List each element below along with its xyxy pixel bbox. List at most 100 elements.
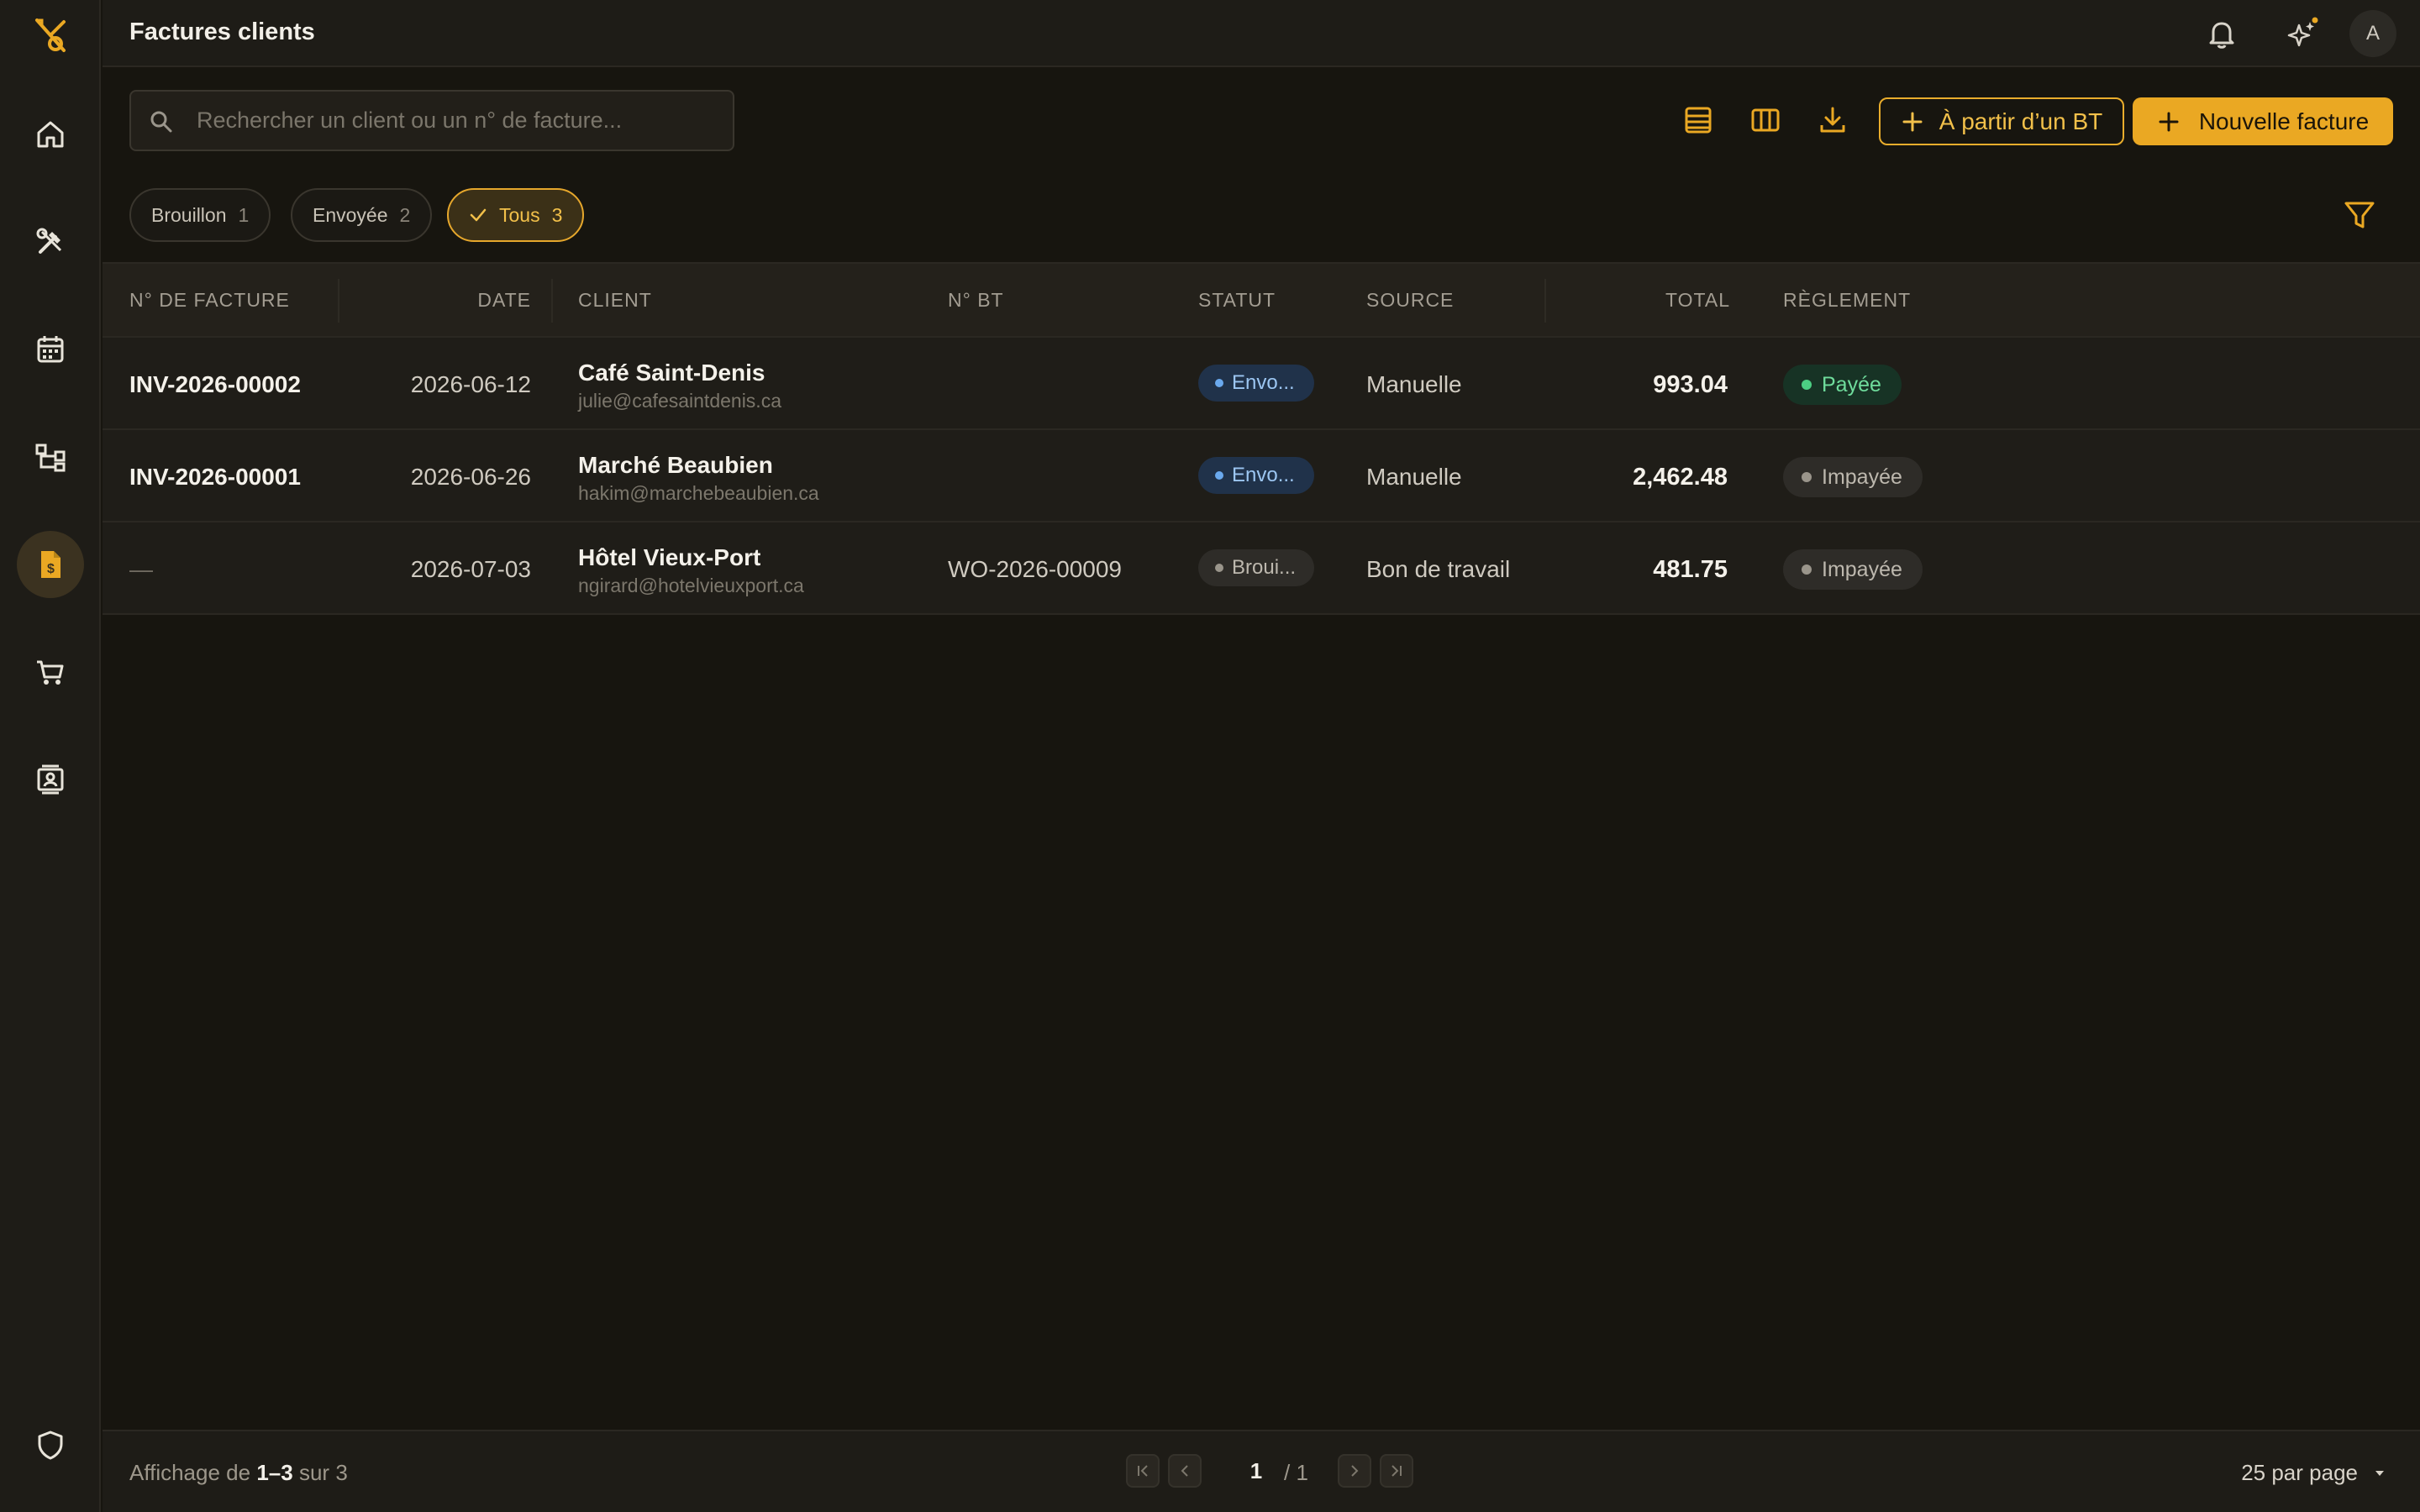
payment-badge: Impayée	[1783, 457, 1923, 497]
first-page-icon	[1138, 1465, 1148, 1477]
cart-icon	[37, 660, 64, 685]
col-status[interactable]: Statut	[1198, 289, 1276, 312]
status-badge: Envo...	[1198, 365, 1314, 402]
invoice-number: —	[129, 556, 153, 582]
prev-page-button[interactable]	[1168, 1454, 1202, 1488]
col-client[interactable]: Client	[578, 289, 652, 312]
svg-text:$: $	[47, 562, 55, 576]
first-page-button[interactable]	[1126, 1454, 1160, 1488]
top-header: Factures clients A	[103, 0, 2420, 67]
col-payment[interactable]: Règlement	[1783, 289, 1911, 312]
columns-icon[interactable]	[1746, 101, 1785, 139]
payment-label: Impayée	[1822, 465, 1902, 489]
bell-icon[interactable]	[2205, 17, 2238, 50]
tools-icon	[36, 228, 62, 254]
filter-icon[interactable]	[2343, 198, 2376, 232]
invoice-source: Manuelle	[1366, 371, 1462, 397]
sidebar-item-hierarchy[interactable]	[17, 423, 84, 491]
sidebar-item-admin[interactable]	[17, 1411, 84, 1478]
last-page-button[interactable]	[1380, 1454, 1413, 1488]
col-date[interactable]: Date	[476, 289, 531, 312]
invoice-source: Bon de travail	[1366, 556, 1511, 582]
tools-logo-icon[interactable]	[30, 15, 71, 55]
contacts-icon	[37, 764, 64, 795]
chip-tous[interactable]: Tous 3	[447, 188, 585, 242]
client-email: ngirard@hotelvieuxport.ca	[578, 575, 804, 596]
status-label: Envo...	[1232, 371, 1295, 394]
invoice-total: 481.75	[1653, 556, 1728, 583]
client-name: Marché Beaubien	[578, 452, 773, 478]
payment-label: Payée	[1822, 372, 1881, 396]
sidebar-item-cart[interactable]	[17, 638, 84, 706]
chip-count: 3	[551, 203, 563, 226]
chevron-left-icon	[1181, 1465, 1188, 1477]
search-input[interactable]	[197, 92, 718, 150]
col-source[interactable]: Source	[1366, 289, 1454, 312]
chevron-right-icon	[1351, 1465, 1359, 1477]
summary-total: 3	[335, 1460, 348, 1485]
next-page-button[interactable]	[1338, 1454, 1371, 1488]
shield-icon	[38, 1431, 63, 1460]
new-invoice-button[interactable]: Nouvelle facture	[2133, 97, 2393, 145]
search-box	[129, 90, 734, 151]
hierarchy-icon	[35, 444, 66, 472]
calendar-icon	[37, 336, 64, 363]
payment-badge: Payée	[1783, 365, 1902, 405]
caret-down-icon	[2375, 1470, 2384, 1476]
summary-range: 1–3	[256, 1460, 293, 1485]
check-icon	[470, 208, 487, 222]
page-title: Factures clients	[129, 18, 315, 45]
status-badge: Broui...	[1198, 549, 1314, 586]
sparkles-icon[interactable]	[2286, 17, 2319, 50]
avatar[interactable]: A	[2349, 10, 2396, 57]
bt-number: WO-2026-00009	[948, 556, 1123, 582]
total-pages: / 1	[1284, 1460, 1308, 1485]
chip-label: Brouillon	[151, 203, 227, 226]
download-icon[interactable]	[1813, 101, 1852, 139]
sidebar-item-contacts[interactable]	[17, 746, 84, 813]
invoice-number: INV-2026-00001	[129, 464, 301, 490]
status-label: Envo...	[1232, 464, 1295, 486]
from-bt-label: À partir d’un BT	[1939, 108, 2103, 134]
last-page-icon	[1392, 1465, 1402, 1477]
table-row[interactable]: INV-2026-00002 2026-06-12 Café Saint-Den…	[103, 338, 2420, 430]
from-bt-button[interactable]: À partir d’un BT	[1879, 97, 2124, 145]
chip-label: Envoyée	[313, 203, 388, 226]
sidebar-item-invoices[interactable]: $	[17, 531, 84, 598]
sidebar-item-tools[interactable]	[17, 208, 84, 276]
chip-label: Tous	[499, 203, 540, 226]
col-bt[interactable]: N° BT	[948, 289, 1004, 312]
current-page[interactable]: 1	[1235, 1450, 1277, 1492]
table-row[interactable]: — 2026-07-03 Hôtel Vieux-Port ngirard@ho…	[103, 522, 2420, 615]
invoices-table: N° de facture Date Client N° BT Statut S…	[103, 262, 2420, 615]
per-page-label: 25 par page	[2241, 1460, 2358, 1485]
col-invoice[interactable]: N° de facture	[129, 289, 290, 312]
plus-icon	[2159, 112, 2179, 131]
sidebar-item-calendar[interactable]	[17, 316, 84, 383]
invoice-icon: $	[41, 551, 60, 578]
pagination-footer: Affichage de 1–3 sur 3 1 / 1 25 par page	[103, 1430, 2420, 1512]
invoice-source: Manuelle	[1366, 464, 1462, 490]
new-invoice-label: Nouvelle facture	[2198, 108, 2370, 134]
table-header: N° de facture Date Client N° BT Statut S…	[103, 264, 2420, 338]
client-name: Café Saint-Denis	[578, 360, 765, 386]
plus-icon	[1902, 112, 1923, 131]
col-total[interactable]: Total	[1665, 289, 1729, 312]
table-row[interactable]: INV-2026-00001 2026-06-26 Marché Beaubie…	[103, 430, 2420, 522]
per-page-select[interactable]: 25 par page	[2241, 1460, 2386, 1486]
app-root: $ Factures clients A Rechercher un clien…	[0, 0, 2420, 1512]
results-summary: Affichage de 1–3 sur 3	[129, 1460, 348, 1486]
status-badge: Envo...	[1198, 457, 1314, 494]
sidebar: $	[0, 0, 101, 1512]
list-view-icon[interactable]	[1679, 101, 1718, 139]
invoice-total: 993.04	[1653, 371, 1728, 398]
invoice-date: 2026-06-12	[410, 371, 531, 397]
sidebar-item-home[interactable]	[17, 101, 84, 168]
client-name: Hôtel Vieux-Port	[578, 544, 761, 570]
invoice-total: 2,462.48	[1633, 464, 1728, 491]
chip-count: 1	[238, 203, 250, 226]
chip-envoyee[interactable]: Envoyée 2	[291, 188, 433, 242]
chip-brouillon[interactable]: Brouillon 1	[129, 188, 271, 242]
invoice-number: INV-2026-00002	[129, 371, 301, 397]
summary-prefix: Affichage de	[129, 1460, 251, 1485]
